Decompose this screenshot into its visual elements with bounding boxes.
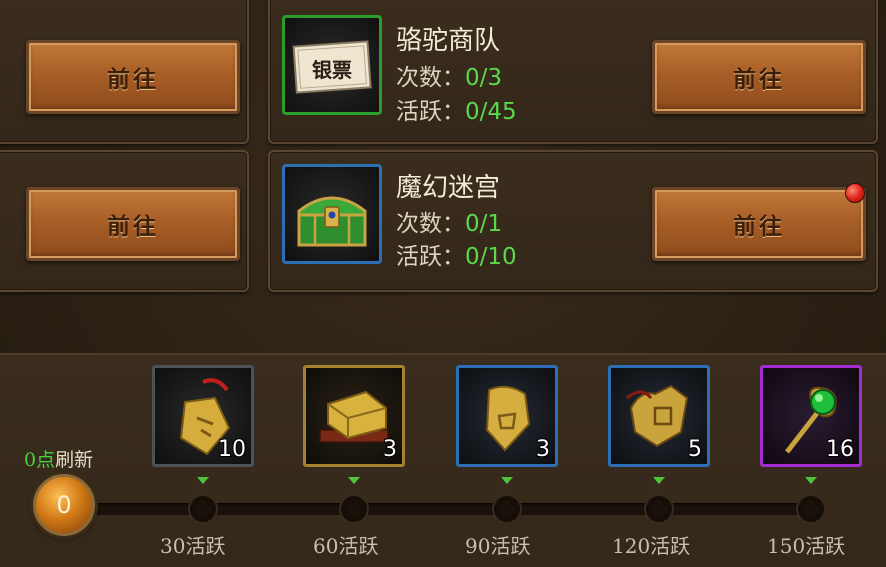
reward-marker-icon [653,477,665,484]
reward-marker-icon [348,477,360,484]
activity-points-orb: 0 [33,474,95,536]
treasure-chest-icon [282,164,382,264]
milestone-node-60 [339,494,369,524]
count-label: 次数： [396,211,465,237]
milestone-label-120: 120活跃 [612,534,691,558]
silver-note-icon: 银票 [282,15,382,115]
task-count: 次数：0/1 [396,204,502,238]
activity-reward-area [0,353,886,567]
refresh-points: 0点 [24,449,56,471]
activity-value: 0/45 [465,99,517,125]
task-activity: 活跃：0/10 [396,237,517,271]
count-value: 0/1 [465,211,503,237]
reward-slot-30[interactable]: 10 [152,365,254,467]
milestone-node-30 [188,494,218,524]
reward-marker-icon [805,477,817,484]
task-activity: 活跃：0/45 [396,92,517,126]
reward-marker-icon [501,477,513,484]
notification-dot-icon [845,183,865,203]
go-button-left-1[interactable]: 前往 [26,40,240,114]
reward-slot-120[interactable]: 5 [608,365,710,467]
count-value: 0/3 [465,65,503,91]
reward-marker-icon [197,477,209,484]
reward-count: 10 [218,437,246,462]
milestone-label-90: 90活跃 [465,534,531,558]
activity-value: 0/10 [465,244,517,270]
count-label: 次数： [396,65,465,91]
refresh-info: 0点刷新 [24,445,93,472]
reward-slot-150[interactable]: 16 [760,365,862,467]
go-button-magic-maze[interactable]: 前往 [652,187,866,261]
activity-label: 活跃： [396,244,465,270]
task-title: 骆驼商队 [396,26,501,56]
activity-label: 活跃： [396,99,465,125]
reward-count: 16 [826,437,854,462]
task-title: 魔幻迷宫 [396,173,501,203]
milestone-label-150: 150活跃 [767,534,846,558]
milestone-node-150 [796,494,826,524]
go-button-left-2[interactable]: 前往 [26,187,240,261]
reward-count: 5 [688,437,702,462]
reward-slot-90[interactable]: 3 [456,365,558,467]
reward-slot-60[interactable]: 3 [303,365,405,467]
task-count: 次数：0/3 [396,58,502,92]
reward-count: 3 [383,437,397,462]
refresh-label: 刷新 [55,449,94,471]
milestone-node-90 [492,494,522,524]
silver-note-text: 银票 [312,58,352,82]
milestone-node-120 [644,494,674,524]
milestone-label-60: 60活跃 [313,534,379,558]
reward-count: 3 [536,437,550,462]
milestone-label-30: 30活跃 [160,534,226,558]
go-button-camel-caravan[interactable]: 前往 [652,40,866,114]
